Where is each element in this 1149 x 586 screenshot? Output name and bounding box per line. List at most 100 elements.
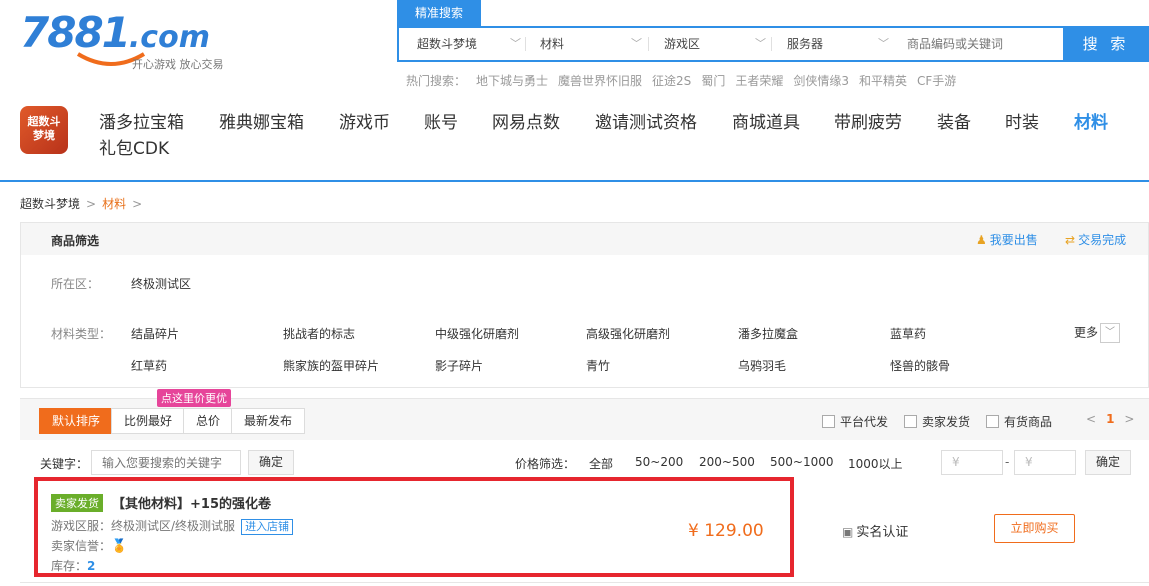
- sell-link[interactable]: ♟ 我要出售: [976, 231, 1038, 248]
- nav-item[interactable]: 潘多拉宝箱: [99, 108, 184, 133]
- search-button[interactable]: 搜 索: [1063, 26, 1149, 62]
- chevron-right-icon: >: [86, 197, 97, 211]
- keyword-label: 关键字：: [40, 457, 89, 471]
- done-link[interactable]: ⇄ 交易完成: [1065, 231, 1126, 248]
- logo-suffix: .com: [128, 20, 210, 55]
- hot-item[interactable]: CF手游: [917, 74, 956, 88]
- stock-value: 2: [87, 559, 96, 573]
- region-label: 所在区：: [51, 277, 100, 291]
- price-option[interactable]: 500~1000: [770, 455, 834, 469]
- keyword-confirm-button[interactable]: 确定: [248, 450, 295, 475]
- category-select[interactable]: 材料 ﹀: [540, 28, 642, 60]
- keyword-input[interactable]: [91, 450, 241, 475]
- checkbox-icon: [822, 415, 835, 428]
- trade-icon: ⇄: [1065, 233, 1076, 247]
- type-option[interactable]: 怪兽的骸骨: [890, 357, 950, 374]
- breadcrumb-current[interactable]: 材料: [102, 197, 126, 211]
- nav-item[interactable]: 礼包CDK: [99, 134, 169, 159]
- next-page-button[interactable]: >: [1124, 412, 1134, 426]
- in-stock-checkbox[interactable]: 有货商品: [986, 413, 1052, 430]
- type-label: 材料类型：: [51, 327, 112, 341]
- user-icon: ♟: [976, 233, 987, 247]
- sort-latest-button[interactable]: 最新发布: [231, 408, 306, 434]
- logo-text: 7881: [20, 8, 131, 57]
- hot-item[interactable]: 和平精英: [859, 74, 907, 88]
- price-option[interactable]: 1000以上: [848, 455, 903, 472]
- divider: [771, 37, 772, 51]
- enter-shop-button[interactable]: 进入店铺: [241, 519, 294, 535]
- type-option[interactable]: 蓝草药: [890, 325, 926, 342]
- nav-item[interactable]: 账号: [424, 108, 458, 133]
- more-button[interactable]: 更多 ﹀: [1074, 323, 1121, 343]
- search-input[interactable]: [907, 28, 1057, 60]
- type-option[interactable]: 中级强化研磨剂: [435, 325, 519, 342]
- nav-item[interactable]: 游戏币: [339, 108, 390, 133]
- type-option[interactable]: 高级强化研磨剂: [586, 325, 670, 342]
- seller-ship-badge: 卖家发货: [51, 494, 103, 512]
- nav-item[interactable]: 带刷疲劳: [834, 108, 902, 133]
- stock-row: 库存：2: [51, 559, 96, 573]
- nav-item[interactable]: 装备: [937, 108, 971, 133]
- chevron-down-icon: ﹀: [631, 37, 642, 50]
- real-name-verified: ▣ 实名认证: [842, 525, 909, 540]
- nav-item[interactable]: 雅典娜宝箱: [219, 108, 304, 133]
- precise-search-tab[interactable]: 精准搜索: [397, 0, 481, 26]
- nav-item[interactable]: 网易点数: [492, 108, 560, 133]
- prev-page-button[interactable]: <: [1086, 412, 1096, 426]
- sort-default-button[interactable]: 默认排序: [39, 408, 114, 434]
- checkbox-icon: [904, 415, 917, 428]
- chevron-right-icon: >: [132, 197, 143, 211]
- type-option[interactable]: 红草药: [131, 357, 167, 374]
- hot-item[interactable]: 王者荣耀: [735, 74, 783, 88]
- medal-icon: 🏅: [111, 539, 128, 554]
- region-value[interactable]: 终极测试区: [131, 275, 191, 292]
- nav-item[interactable]: 商城道具: [732, 108, 800, 133]
- hot-searches: 热门搜索： 地下城与勇士 魔兽世界怀旧服 征途2S 蜀门 王者荣耀 剑侠情缘3 和平精英 CF手…: [406, 72, 966, 89]
- price-option[interactable]: 全部: [589, 455, 613, 472]
- sort-total-button[interactable]: 总价: [183, 408, 234, 434]
- seller-ship-checkbox[interactable]: 卖家发货: [904, 413, 970, 430]
- hot-item[interactable]: 蜀门: [701, 74, 725, 88]
- max-price-input[interactable]: ¥: [1014, 450, 1076, 475]
- id-card-icon: ▣: [842, 525, 854, 539]
- filter-panel: 商品筛选 ♟ 我要出售 ⇄ 交易完成 所在区： 终极测试区 材料类型： 结晶碎片 挑…: [20, 222, 1149, 388]
- hot-item[interactable]: 征途2S: [652, 74, 691, 88]
- type-option[interactable]: 潘多拉魔盒: [738, 325, 798, 342]
- nav-item-active[interactable]: 材料: [1074, 108, 1108, 133]
- nav-item[interactable]: 邀请测试资格: [595, 108, 697, 133]
- server-select[interactable]: 服务器 ﹀: [787, 28, 889, 60]
- server-value: 终极测试区/终极测试服: [111, 519, 236, 533]
- platform-checkbox[interactable]: 平台代发: [822, 413, 888, 430]
- item-title[interactable]: 【其他材料】+15的强化卷: [112, 493, 271, 512]
- type-option[interactable]: 熊家族的盔甲碎片: [283, 357, 379, 374]
- price-confirm-button[interactable]: 确定: [1085, 450, 1132, 475]
- game-badge-icon[interactable]: 超数斗 梦境: [20, 106, 68, 154]
- type-option[interactable]: 青竹: [586, 357, 610, 374]
- type-option[interactable]: 影子碎片: [435, 357, 483, 374]
- site-logo[interactable]: 7881.com 开心游戏 放心交易: [20, 8, 240, 74]
- row-divider: [20, 582, 1149, 583]
- hot-item[interactable]: 魔兽世界怀旧服: [558, 74, 642, 88]
- pager: <1 >: [1086, 412, 1134, 426]
- type-option[interactable]: 乌鸦羽毛: [738, 357, 786, 374]
- nav-item[interactable]: 时装: [1005, 108, 1039, 133]
- game-select[interactable]: 超数斗梦境 ﹀: [417, 28, 521, 60]
- price-option[interactable]: 50~200: [635, 455, 683, 469]
- type-option[interactable]: 结晶碎片: [131, 325, 179, 342]
- sort-ratio-button[interactable]: 比例最好: [111, 408, 186, 434]
- buy-now-button[interactable]: 立即购买: [994, 514, 1075, 543]
- divider: [525, 37, 526, 51]
- filter-header: 商品筛选 ♟ 我要出售 ⇄ 交易完成: [21, 223, 1148, 255]
- credit-row: 卖家信誉：🏅: [51, 539, 128, 554]
- region-select[interactable]: 游戏区 ﹀: [664, 28, 766, 60]
- price-option[interactable]: 200~500: [699, 455, 755, 469]
- type-option[interactable]: 挑战者的标志: [283, 325, 355, 342]
- listing-item[interactable]: 卖家发货 【其他材料】+15的强化卷 游戏区服：终极测试区/终极测试服 进入店铺 …: [34, 477, 794, 577]
- min-price-input[interactable]: ¥: [941, 450, 1003, 475]
- hot-item[interactable]: 剑侠情缘3: [793, 74, 849, 88]
- hot-item[interactable]: 地下城与勇士: [476, 74, 548, 88]
- price-tip-badge: 点这里价更优: [157, 389, 231, 407]
- breadcrumb-root[interactable]: 超数斗梦境: [20, 197, 80, 211]
- hot-label: 热门搜索：: [406, 74, 467, 88]
- breadcrumb: 超数斗梦境 > 材料 >: [20, 195, 148, 212]
